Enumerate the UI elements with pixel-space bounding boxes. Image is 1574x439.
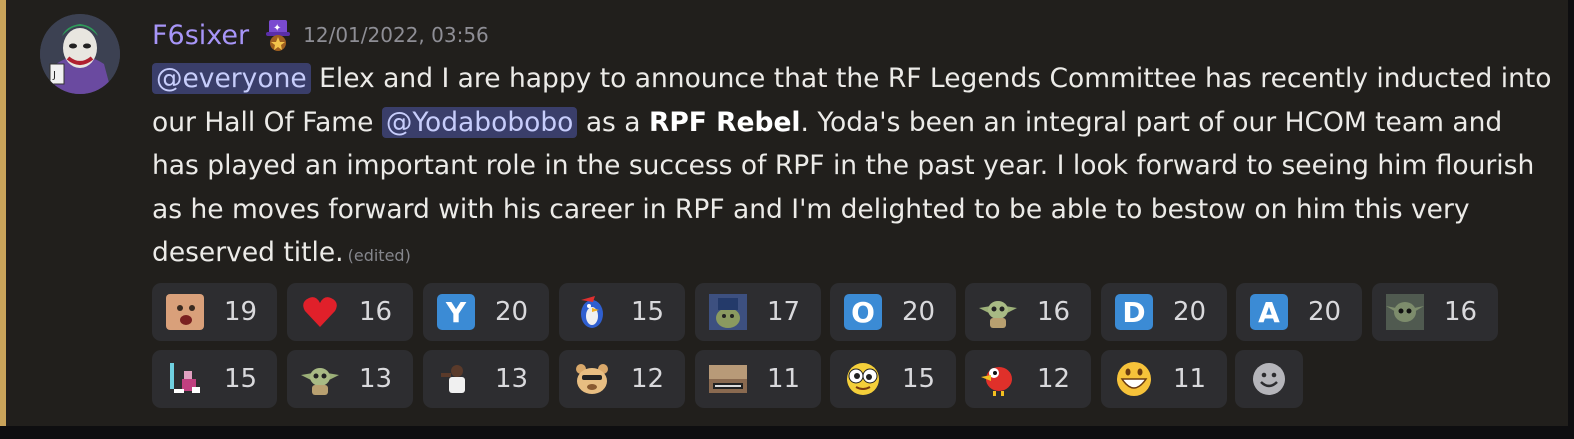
reaction-count: 11 xyxy=(1173,364,1207,394)
reaction[interactable]: 12 xyxy=(965,350,1091,408)
message-text: as a xyxy=(577,106,649,138)
reaction-count: 16 xyxy=(1444,297,1478,327)
pixel-character-emoji xyxy=(166,361,204,397)
grogu-emoji xyxy=(1386,294,1424,330)
goofy-eyes-emoji xyxy=(844,361,882,397)
reaction-count: 20 xyxy=(1308,297,1342,327)
reaction-count: 20 xyxy=(1173,297,1207,327)
mention-user[interactable]: @Yodabobobo xyxy=(381,106,578,138)
reaction-count: 12 xyxy=(631,364,665,394)
reaction-count: 16 xyxy=(1037,297,1071,327)
reaction-count: 11 xyxy=(767,364,801,394)
reaction-count: 19 xyxy=(224,297,258,327)
reaction-count: 16 xyxy=(359,297,393,327)
bold-text: RPF Rebel xyxy=(648,106,801,138)
face-emoji xyxy=(166,294,204,330)
reaction[interactable]: 12 xyxy=(559,350,685,408)
reaction[interactable]: D 20 xyxy=(1101,283,1227,341)
reaction-count: 17 xyxy=(767,297,801,327)
role-badge-icon[interactable]: ✦ xyxy=(261,18,295,52)
reaction-count: 13 xyxy=(495,364,529,394)
username[interactable]: F6sixer xyxy=(152,20,249,51)
user-avatar[interactable]: J xyxy=(40,14,120,94)
reaction[interactable]: 13 xyxy=(287,350,413,408)
reaction-count: 20 xyxy=(495,297,529,327)
letter-d-emoji: D xyxy=(1115,294,1153,330)
reaction[interactable]: 15 xyxy=(830,350,956,408)
message-content: @everyone Elex and I are happy to announ… xyxy=(152,57,1552,278)
reaction[interactable]: 15 xyxy=(559,283,685,341)
heart-emoji xyxy=(301,294,339,330)
reaction[interactable]: 17 xyxy=(695,283,821,341)
smiley-icon xyxy=(1252,362,1286,400)
message-header: F6sixer ✦ 12/01/2022, 03:56 xyxy=(152,16,489,54)
meme-photo-emoji xyxy=(709,361,747,397)
baby-yoda-emoji xyxy=(979,294,1017,330)
baby-yoda-emoji xyxy=(301,361,339,397)
reaction[interactable]: A 20 xyxy=(1236,283,1362,341)
message-container: J F6sixer ✦ 12/01/2022, 03:56 @everyone … xyxy=(0,0,1568,426)
reaction[interactable]: 19 xyxy=(152,283,277,341)
person-emoji xyxy=(437,361,475,397)
letter-a-emoji: A xyxy=(1250,294,1288,330)
mention-everyone[interactable]: @everyone xyxy=(152,63,311,94)
reaction[interactable]: 16 xyxy=(287,283,413,341)
reaction[interactable]: 11 xyxy=(695,350,821,408)
reaction[interactable]: Y 20 xyxy=(423,283,549,341)
reaction[interactable]: O 20 xyxy=(830,283,956,341)
reaction-count: 15 xyxy=(224,364,258,394)
yoda-photo-emoji xyxy=(709,294,747,330)
bear-emoji xyxy=(573,361,611,397)
reaction-count: 13 xyxy=(359,364,393,394)
penguin-emoji xyxy=(573,294,611,330)
svg-text:✦: ✦ xyxy=(273,23,281,34)
reaction[interactable]: 16 xyxy=(965,283,1091,341)
message-timestamp[interactable]: 12/01/2022, 03:56 xyxy=(303,23,489,47)
svg-text:J: J xyxy=(52,70,56,81)
bird-emoji xyxy=(979,361,1017,397)
reaction[interactable]: 13 xyxy=(423,350,549,408)
reaction[interactable]: 11 xyxy=(1101,350,1227,408)
reaction[interactable]: 16 xyxy=(1372,283,1498,341)
reaction-count: 15 xyxy=(631,297,665,327)
letter-o-emoji: O xyxy=(844,294,882,330)
edited-label: (edited) xyxy=(347,246,411,265)
reaction-count: 20 xyxy=(902,297,936,327)
letter-y-emoji: Y xyxy=(437,294,475,330)
add-reaction-button[interactable] xyxy=(1235,350,1303,408)
reaction[interactable]: 15 xyxy=(152,350,277,408)
reaction-count: 12 xyxy=(1037,364,1071,394)
grinning-face-emoji xyxy=(1115,361,1153,397)
reaction-count: 15 xyxy=(902,364,936,394)
